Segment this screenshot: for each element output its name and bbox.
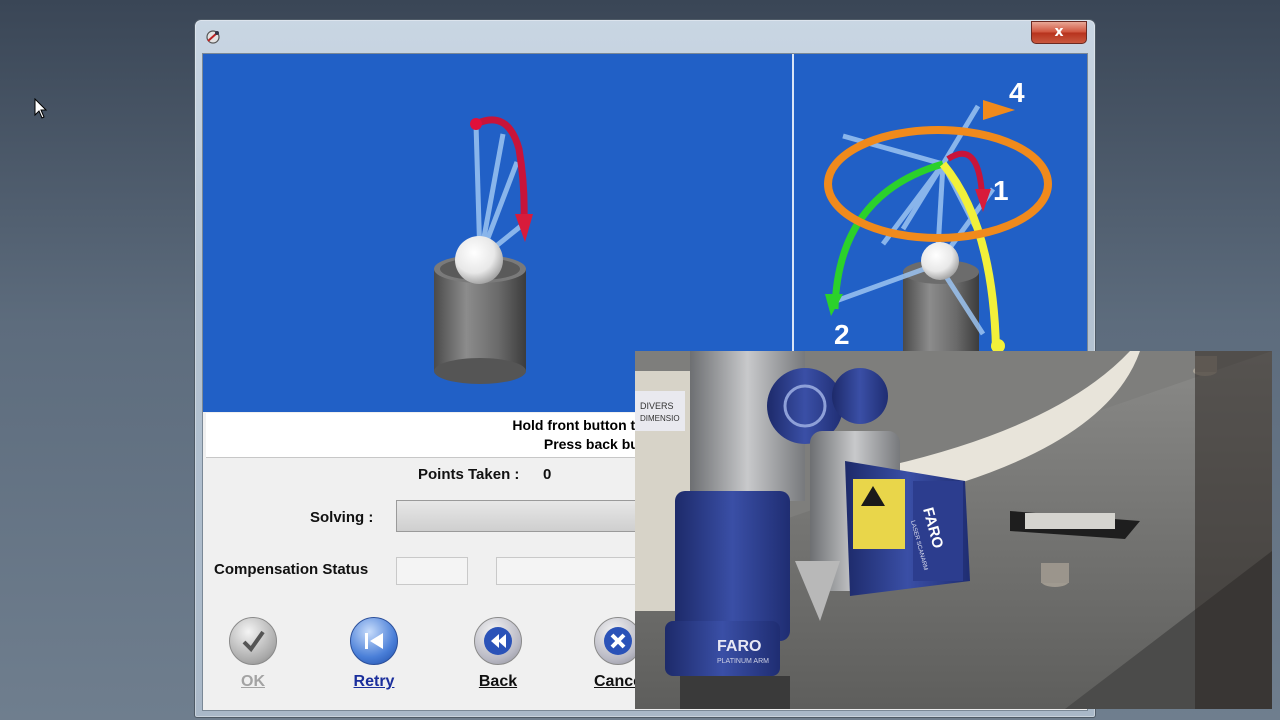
faro-app-icon xyxy=(206,30,220,44)
back-label: Back xyxy=(478,673,518,690)
points-taken-label: Points Taken : xyxy=(418,466,520,483)
arm-model-text: PLATINUM ARM xyxy=(717,658,769,665)
label-4: 4 xyxy=(1009,77,1025,108)
banner-text-2: DIMENSIO xyxy=(640,414,680,423)
arm-logo-text: FARO xyxy=(717,638,761,655)
rewind-icon xyxy=(474,617,522,665)
faro-arm-scene: DIVERS DIMENSIO FARO PLATINUM ARM FARO L… xyxy=(635,351,1272,709)
back-button[interactable]: Back xyxy=(463,617,533,691)
label-1: 1 xyxy=(993,175,1009,206)
close-button[interactable]: x xyxy=(1031,21,1087,44)
retry-label: Retry xyxy=(353,673,395,690)
banner-text-1: DIVERS xyxy=(640,401,674,411)
checkmark-icon xyxy=(229,617,277,665)
right-probe-ball xyxy=(921,242,959,280)
label-2: 2 xyxy=(834,319,850,350)
points-taken-value: 0 xyxy=(543,466,552,483)
compensation-status-label: Compensation Status xyxy=(214,561,369,578)
retry-button[interactable]: Retry xyxy=(339,617,409,691)
title-bar[interactable]: x xyxy=(195,20,1095,52)
left-probe-ball xyxy=(455,236,503,284)
video-inset: DIVERS DIMENSIO FARO PLATINUM ARM FARO L… xyxy=(635,351,1272,709)
green-arrowhead xyxy=(825,294,843,316)
skip-back-icon xyxy=(350,617,398,665)
compensation-status-field-1 xyxy=(396,557,468,585)
mouse-cursor-icon xyxy=(34,98,48,119)
ok-button[interactable]: OK xyxy=(218,617,288,691)
ok-label: OK xyxy=(241,673,265,690)
solving-label: Solving : xyxy=(310,509,374,526)
